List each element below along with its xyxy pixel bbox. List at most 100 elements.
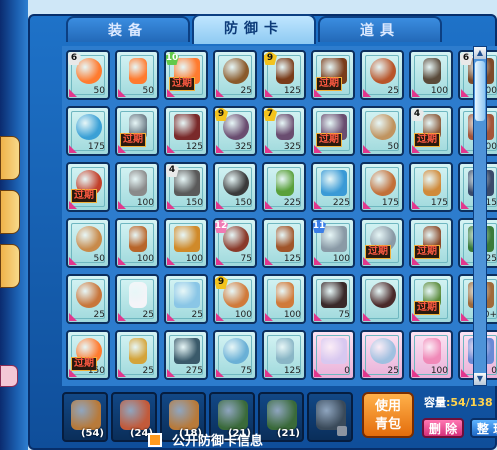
defense-card[interactable]: 25 xyxy=(360,50,404,100)
use-button-line2: 青包 xyxy=(374,417,401,432)
card-cost: 75 xyxy=(240,254,252,264)
cloud-icon xyxy=(129,282,147,308)
defense-card[interactable]: 过期 xyxy=(409,274,453,324)
defense-card[interactable]: 125 xyxy=(262,330,306,380)
capacity-value: :54/138 xyxy=(446,396,493,409)
defense-card[interactable]: 100 xyxy=(115,218,159,268)
defense-card[interactable]: 75 xyxy=(311,274,355,324)
expired-tag: 过期 xyxy=(414,245,440,259)
expired-tag: 过期 xyxy=(414,301,440,315)
defense-card[interactable]: 175 xyxy=(360,162,404,212)
defense-card[interactable] xyxy=(360,274,404,324)
side-tab-3[interactable] xyxy=(0,244,20,288)
scroll-down-icon[interactable]: ▼ xyxy=(474,373,486,385)
defense-card[interactable]: 9 325 xyxy=(213,106,257,156)
ice-cannon-icon xyxy=(76,114,102,140)
defense-card[interactable]: 25 xyxy=(164,274,208,324)
defense-card[interactable]: 125 xyxy=(164,106,208,156)
defense-card[interactable]: 6 50 xyxy=(66,50,110,100)
card-cost: 25 xyxy=(240,86,252,96)
defense-card[interactable]: 过期 150 xyxy=(66,330,110,380)
card-pack-slot[interactable]: (21) xyxy=(258,392,304,442)
defense-card[interactable]: 7 325 xyxy=(262,106,306,156)
scroll-up-icon[interactable]: ▲ xyxy=(474,47,486,59)
defense-card[interactable]: 11 100 xyxy=(311,218,355,268)
defense-card[interactable]: 25 xyxy=(115,274,159,324)
expired-tag: 过期 xyxy=(71,189,97,203)
defense-card[interactable]: 过期 xyxy=(66,162,110,212)
defense-card[interactable]: 50 xyxy=(115,50,159,100)
defense-card[interactable]: 125 xyxy=(262,218,306,268)
star-level-badge: 6 xyxy=(68,52,81,65)
basket-icon xyxy=(169,400,199,430)
side-badge[interactable] xyxy=(0,365,18,387)
defense-card[interactable]: 225 xyxy=(311,162,355,212)
side-tab-2[interactable] xyxy=(0,190,20,234)
side-tab-1[interactable] xyxy=(0,136,20,180)
public-toggle[interactable]: 公开防御卡信息 xyxy=(148,430,263,449)
defense-card[interactable]: 过期 xyxy=(409,218,453,268)
defense-card[interactable]: 25 xyxy=(115,330,159,380)
tab-equipment[interactable]: 装备 xyxy=(66,16,190,42)
defense-card[interactable]: 100 xyxy=(409,50,453,100)
bag-icon xyxy=(223,58,249,84)
defense-card[interactable]: 50 xyxy=(360,106,404,156)
defense-card[interactable]: 50 xyxy=(66,218,110,268)
public-checkbox[interactable] xyxy=(148,433,162,447)
defense-card[interactable]: 100 xyxy=(115,162,159,212)
defense-card[interactable]: 275 xyxy=(164,330,208,380)
star-level-badge: 6 xyxy=(460,52,473,65)
defense-card[interactable]: 100 xyxy=(262,274,306,324)
defense-card[interactable]: 150 xyxy=(213,162,257,212)
defense-card[interactable]: 10 过期 xyxy=(164,50,208,100)
card-cost: 25 xyxy=(387,366,399,376)
whisk-icon xyxy=(129,170,147,196)
defense-card[interactable]: 100 xyxy=(409,330,453,380)
scroll-thumb[interactable] xyxy=(475,61,485,121)
lock-icon xyxy=(337,426,347,436)
oil-lamp-icon xyxy=(370,338,396,364)
defense-card[interactable]: 0 xyxy=(311,330,355,380)
defense-card[interactable]: 过期 xyxy=(311,50,355,100)
defense-card[interactable]: 75 xyxy=(213,330,257,380)
defense-card[interactable]: 过期 xyxy=(115,106,159,156)
use-backpack-button[interactable]: 使用 青包 xyxy=(362,392,414,438)
card-pack-slot[interactable]: (54) xyxy=(62,392,108,442)
pot-icon xyxy=(423,170,441,196)
card-cost: 175 xyxy=(381,198,399,208)
delete-button[interactable]: 删 除 xyxy=(422,418,464,438)
defense-card[interactable]: 25 xyxy=(213,50,257,100)
defense-card[interactable]: 9 125 xyxy=(262,50,306,100)
bag-icon xyxy=(71,400,101,430)
pot-icon xyxy=(218,400,248,430)
pipe-icon xyxy=(321,282,347,308)
defense-card[interactable]: 4 过期 xyxy=(409,106,453,156)
defense-card[interactable]: 175 xyxy=(66,106,110,156)
defense-card[interactable]: 225 xyxy=(262,162,306,212)
expired-tag: 过期 xyxy=(120,133,146,147)
card-grid-area: 6 50 50 10 过期 25 9 125 过期 25 100 6 200 175 过期 125 9 325 7 3… xyxy=(62,46,497,386)
scrollbar[interactable]: ▲ ▼ xyxy=(473,46,487,386)
star-level-badge: 10 xyxy=(165,52,179,65)
card-cost: 25 xyxy=(387,86,399,96)
bottom-bar: (54) (24) (18) (21) (21) 使用 青包 容量:54/138 删 除… xyxy=(62,388,497,450)
defense-card[interactable]: 100 xyxy=(164,218,208,268)
card-pack-slot[interactable] xyxy=(307,392,353,442)
tab-defense-cards[interactable]: 防御卡 xyxy=(192,14,316,44)
card-cost: 0 xyxy=(491,366,497,376)
defense-card[interactable]: 12 75 xyxy=(213,218,257,268)
defense-card[interactable]: 25 xyxy=(360,330,404,380)
sort-button[interactable]: 整 理 xyxy=(470,418,497,438)
fire-icon xyxy=(76,58,102,84)
tab-items[interactable]: 道具 xyxy=(318,16,442,42)
robot-icon xyxy=(174,114,200,140)
defense-card[interactable]: 过期 xyxy=(311,106,355,156)
card-cost: 325 xyxy=(234,142,252,152)
cart-icon xyxy=(223,114,249,140)
defense-card[interactable]: 175 xyxy=(409,162,453,212)
card-cost: 100 xyxy=(136,254,154,264)
defense-card[interactable]: 过期 xyxy=(360,218,404,268)
defense-card[interactable]: 25 xyxy=(66,274,110,324)
defense-card[interactable]: 9 100 xyxy=(213,274,257,324)
defense-card[interactable]: 4 150 xyxy=(164,162,208,212)
